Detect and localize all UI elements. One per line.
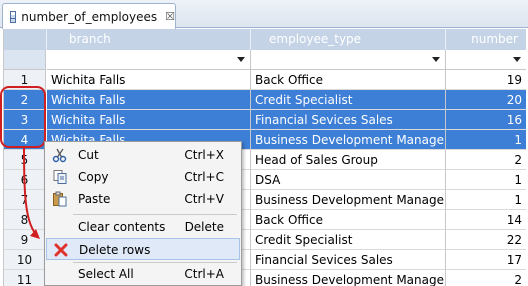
table-row[interactable]: 2 Wichita Falls Credit Specialist 20 (4, 90, 526, 110)
cell-employee-type[interactable]: Business Development Manager (251, 130, 446, 150)
row-number[interactable]: 7 (4, 190, 46, 210)
menu-label: Cut (78, 148, 99, 162)
close-icon[interactable]: ☒ (165, 11, 175, 22)
cell-number[interactable]: 14 (446, 210, 526, 230)
tab-bar: number_of_employees ☒ (0, 0, 528, 29)
delete-x-icon (54, 243, 68, 257)
menu-item-cut[interactable]: Cut Ctrl+X (46, 144, 240, 166)
menu-item-delete-rows[interactable]: Delete rows (46, 238, 240, 260)
cell-employee-type[interactable]: Back Office (251, 210, 446, 230)
cell-employee-type[interactable]: Credit Specialist (251, 230, 446, 250)
cell-number[interactable]: 19 (446, 70, 526, 90)
filter-number[interactable] (446, 50, 526, 70)
menu-shortcut: Ctrl+V (184, 192, 224, 206)
menu-item-clear-contents[interactable]: Clear contents Delete (46, 216, 240, 238)
cell-branch[interactable]: Wichita Falls (47, 90, 251, 110)
row-number[interactable]: 9 (4, 230, 46, 250)
menu-item-select-all[interactable]: Select All Ctrl+A (46, 263, 240, 285)
cell-employee-type[interactable]: Head of Sales Group (251, 150, 446, 170)
filter-corner (4, 50, 46, 70)
menu-item-copy[interactable]: Copy Ctrl+C (46, 166, 240, 188)
filter-employee-type[interactable] (251, 50, 446, 70)
menu-label: Paste (78, 192, 111, 206)
menu-shortcut: Ctrl+A (184, 267, 224, 281)
cell-number[interactable]: 16 (446, 110, 526, 130)
menu-shortcut: Delete (184, 220, 224, 234)
cell-number[interactable]: 20 (446, 90, 526, 110)
cell-branch[interactable]: Wichita Falls (47, 110, 251, 130)
menu-label: Clear contents (78, 220, 166, 234)
tab-title: number_of_employees (21, 9, 158, 24)
context-menu: Cut Ctrl+X Copy Ctrl+C Paste Ctrl+V Clea… (44, 141, 242, 286)
table-row[interactable]: 3 Wichita Falls Financial Sevices Sales … (4, 110, 526, 130)
cell-number[interactable]: 1 (446, 170, 526, 190)
cell-employee-type[interactable]: Back Office (251, 70, 446, 90)
tab-number-of-employees[interactable]: number_of_employees ☒ (2, 3, 176, 29)
menu-separator (73, 214, 237, 215)
table-row[interactable]: 1 Wichita Falls Back Office 19 (4, 70, 526, 90)
cell-number[interactable]: 1 (446, 190, 526, 210)
cell-number[interactable]: 2 (446, 270, 526, 286)
cell-employee-type[interactable]: Business Development Manager (251, 270, 446, 286)
dropdown-arrow-icon[interactable] (513, 57, 521, 62)
menu-label: Copy (78, 170, 109, 184)
row-number[interactable]: 10 (4, 250, 46, 270)
filter-branch[interactable] (47, 50, 251, 70)
menu-shortcut: Ctrl+C (184, 170, 224, 184)
menu-item-paste[interactable]: Paste Ctrl+V (46, 188, 240, 210)
scissors-icon (52, 148, 67, 163)
row-number[interactable]: 6 (4, 170, 46, 190)
cell-employee-type[interactable]: Business Development Manager (251, 190, 446, 210)
selected-rows-outline (0, 86, 46, 148)
row-number[interactable]: 5 (4, 150, 46, 170)
dropdown-arrow-icon[interactable] (237, 57, 245, 62)
menu-shortcut: Ctrl+X (184, 148, 224, 162)
column-header-employee-type[interactable]: employee_type (251, 29, 446, 50)
cell-number[interactable]: 22 (446, 230, 526, 250)
dropdown-arrow-icon[interactable] (432, 57, 440, 62)
cell-employee-type[interactable]: Financial Sevices Sales (251, 110, 446, 130)
column-header-number[interactable]: number (446, 29, 526, 50)
cell-number[interactable]: 2 (446, 150, 526, 170)
paste-icon (53, 191, 67, 207)
menu-label: Select All (78, 267, 134, 281)
cell-employee-type[interactable]: Financial Sevices Sales (251, 250, 446, 270)
copy-icon (53, 170, 67, 184)
table-icon (10, 10, 17, 23)
row-number[interactable]: 11 (4, 270, 46, 286)
header-corner (4, 29, 47, 50)
cell-number[interactable]: 17 (446, 250, 526, 270)
cell-employee-type[interactable]: DSA (251, 170, 446, 190)
cell-employee-type[interactable]: Credit Specialist (251, 90, 446, 110)
cell-branch[interactable]: Wichita Falls (47, 70, 251, 90)
menu-label: Delete rows (79, 243, 151, 257)
row-number[interactable]: 8 (4, 210, 46, 230)
cell-number[interactable]: 1 (446, 130, 526, 150)
column-header-branch[interactable]: branch (47, 29, 251, 50)
